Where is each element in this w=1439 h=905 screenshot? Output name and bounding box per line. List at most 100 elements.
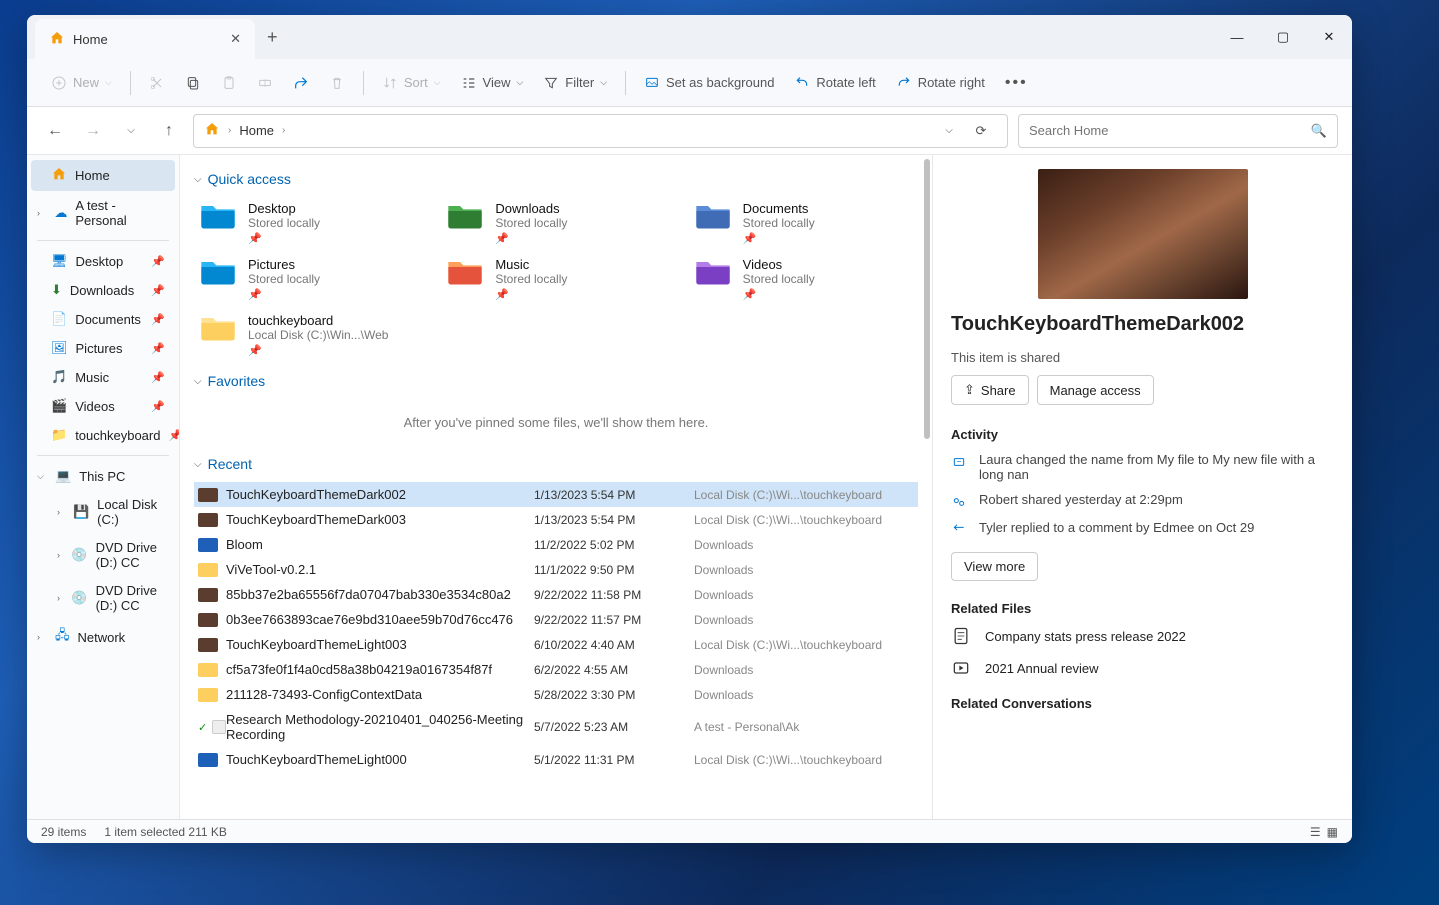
- file-date: 1/13/2023 5:54 PM: [534, 488, 694, 502]
- collapse-icon[interactable]: ⌵: [37, 471, 47, 482]
- close-tab-icon[interactable]: ✕: [230, 31, 241, 47]
- minimize-button[interactable]: —: [1214, 15, 1260, 59]
- pin-icon: 📌: [168, 429, 180, 442]
- download-icon: ⬇: [51, 282, 62, 298]
- address-dropdown-button[interactable]: ⌵: [933, 123, 965, 139]
- search-input[interactable]: [1029, 123, 1311, 138]
- recent-file-row[interactable]: 0b3ee7663893cae76e9bd310aee59b70d76cc476…: [194, 607, 918, 632]
- sidebar-item-touchkeyboard[interactable]: 📁touchkeyboard📌: [31, 421, 175, 449]
- file-location: Local Disk (C:)\Wi...\touchkeyboard: [694, 513, 914, 527]
- file-thumbnail: [198, 488, 218, 502]
- related-file-item[interactable]: 2021 Annual review: [951, 658, 1334, 678]
- recent-file-row[interactable]: TouchKeyboardThemeDark0021/13/2023 5:54 …: [194, 482, 918, 507]
- recent-file-row[interactable]: 85bb37e2ba65556f7da07047bab330e3534c80a2…: [194, 582, 918, 607]
- section-quick-access[interactable]: ⌵Quick access: [194, 171, 918, 187]
- sidebar-item-desktop[interactable]: 🖥Desktop📌: [31, 247, 175, 275]
- file-name: 211128-73493-ConfigContextData: [226, 687, 534, 702]
- sidebar-item-dvd1[interactable]: ›💿DVD Drive (D:) CC: [31, 534, 175, 576]
- sidebar-item-home[interactable]: Home: [31, 160, 175, 191]
- delete-button[interactable]: [321, 69, 353, 97]
- sort-button[interactable]: Sort ⌵: [374, 69, 449, 97]
- quick-access-item[interactable]: MusicStored locally📌: [441, 253, 670, 305]
- share-button[interactable]: ⇪Share: [951, 375, 1029, 405]
- more-button[interactable]: •••: [997, 68, 1036, 98]
- manage-access-button[interactable]: Manage access: [1037, 375, 1154, 405]
- rotate-left-button[interactable]: Rotate left: [786, 69, 883, 97]
- home-icon: [204, 121, 220, 140]
- section-favorites[interactable]: ⌵Favorites: [194, 373, 918, 389]
- sidebar-item-onedrive[interactable]: ›☁A test - Personal: [31, 192, 175, 234]
- network-icon: 🖧: [55, 626, 70, 648]
- view-button[interactable]: View ⌵: [453, 69, 532, 97]
- chevron-right-icon: ›: [282, 125, 285, 136]
- details-view-button[interactable]: ☰: [1310, 825, 1321, 839]
- close-window-button[interactable]: ✕: [1306, 15, 1352, 59]
- expand-icon[interactable]: ›: [57, 550, 63, 560]
- recent-locations-button[interactable]: ⌵: [117, 117, 145, 145]
- forward-button[interactable]: →: [79, 117, 107, 145]
- recent-file-row[interactable]: TouchKeyboardThemeLight0036/10/2022 4:40…: [194, 632, 918, 657]
- recent-file-row[interactable]: ViVeTool-v0.2.111/1/2022 9:50 PMDownload…: [194, 557, 918, 582]
- home-icon: [51, 166, 67, 185]
- quick-access-item[interactable]: DownloadsStored locally📌: [441, 197, 670, 249]
- breadcrumb-home[interactable]: Home: [239, 123, 274, 138]
- scrollbar[interactable]: [922, 155, 932, 819]
- share-button[interactable]: [285, 69, 317, 97]
- recent-file-row[interactable]: ✓Research Methodology-20210401_040256-Me…: [194, 707, 918, 747]
- file-location: A test - Personal\Ak: [694, 720, 914, 734]
- sidebar-item-downloads[interactable]: ⬇Downloads📌: [31, 276, 175, 304]
- sidebar-item-network[interactable]: ›🖧Network: [31, 620, 175, 654]
- quick-access-item[interactable]: DocumentsStored locally📌: [689, 197, 918, 249]
- recent-file-row[interactable]: cf5a73fe0f1f4a0cd58a38b04219a0167354f87f…: [194, 657, 918, 682]
- up-button[interactable]: ↑: [155, 117, 183, 145]
- sidebar-item-documents[interactable]: 📄Documents📌: [31, 305, 175, 333]
- sidebar-item-music[interactable]: 🎵Music📌: [31, 363, 175, 391]
- file-thumbnail: [198, 613, 218, 627]
- quick-access-item[interactable]: DesktopStored locally📌: [194, 197, 423, 249]
- sidebar-item-pictures[interactable]: 🖼Pictures📌: [31, 334, 175, 362]
- recent-file-row[interactable]: TouchKeyboardThemeDark0031/13/2023 5:54 …: [194, 507, 918, 532]
- expand-icon[interactable]: ›: [37, 632, 47, 642]
- quick-access-item[interactable]: PicturesStored locally📌: [194, 253, 423, 305]
- maximize-button[interactable]: ▢: [1260, 15, 1306, 59]
- section-recent[interactable]: ⌵Recent: [194, 456, 918, 472]
- expand-icon[interactable]: ›: [37, 208, 46, 218]
- activity-header: Activity: [951, 427, 1334, 442]
- item-count: 29 items: [41, 825, 86, 839]
- file-location: Downloads: [694, 538, 914, 552]
- rotate-right-button[interactable]: Rotate right: [888, 69, 993, 97]
- refresh-button[interactable]: ⟳: [965, 123, 997, 139]
- rename-button[interactable]: [249, 69, 281, 97]
- new-tab-button[interactable]: +: [255, 15, 290, 59]
- filter-button[interactable]: Filter ⌵: [535, 69, 615, 97]
- thumbnails-view-button[interactable]: ▦: [1327, 825, 1338, 839]
- new-button[interactable]: New ⌵: [43, 69, 120, 97]
- view-more-button[interactable]: View more: [951, 552, 1038, 581]
- sidebar-item-thispc[interactable]: ⌵💻This PC: [31, 462, 175, 490]
- copy-button[interactable]: [177, 69, 209, 97]
- search-icon: 🔍: [1311, 123, 1327, 139]
- music-icon: 🎵: [51, 369, 67, 385]
- shared-status: This item is shared: [951, 350, 1334, 365]
- recent-file-row[interactable]: Bloom11/2/2022 5:02 PMDownloads: [194, 532, 918, 557]
- file-explorer-window: Home ✕ + — ▢ ✕ New ⌵ Sort ⌵ Vie: [27, 15, 1352, 843]
- sidebar-item-localdisk[interactable]: ›💾Local Disk (C:): [31, 491, 175, 533]
- sidebar-item-dvd2[interactable]: ›💿DVD Drive (D:) CC: [31, 577, 175, 619]
- pin-icon: 📌: [151, 342, 165, 355]
- details-pane: TouchKeyboardThemeDark002 This item is s…: [932, 155, 1352, 819]
- recent-file-row[interactable]: 211128-73493-ConfigContextData5/28/2022 …: [194, 682, 918, 707]
- expand-icon[interactable]: ›: [57, 507, 65, 517]
- paste-button[interactable]: [213, 69, 245, 97]
- breadcrumb[interactable]: › Home › ⌵ ⟳: [193, 114, 1008, 148]
- quick-access-item[interactable]: touchkeyboardLocal Disk (C:)\Win...\Web📌: [194, 309, 423, 361]
- back-button[interactable]: ←: [41, 117, 69, 145]
- set-background-button[interactable]: Set as background: [636, 69, 782, 97]
- expand-icon[interactable]: ›: [57, 593, 63, 603]
- related-file-item[interactable]: Company stats press release 2022: [951, 626, 1334, 646]
- search-box[interactable]: 🔍: [1018, 114, 1338, 148]
- sidebar-item-videos[interactable]: 🎬Videos📌: [31, 392, 175, 420]
- tab-home[interactable]: Home ✕: [35, 19, 255, 59]
- recent-file-row[interactable]: TouchKeyboardThemeLight0005/1/2022 11:31…: [194, 747, 918, 772]
- quick-access-item[interactable]: VideosStored locally📌: [689, 253, 918, 305]
- cut-button[interactable]: [141, 69, 173, 97]
